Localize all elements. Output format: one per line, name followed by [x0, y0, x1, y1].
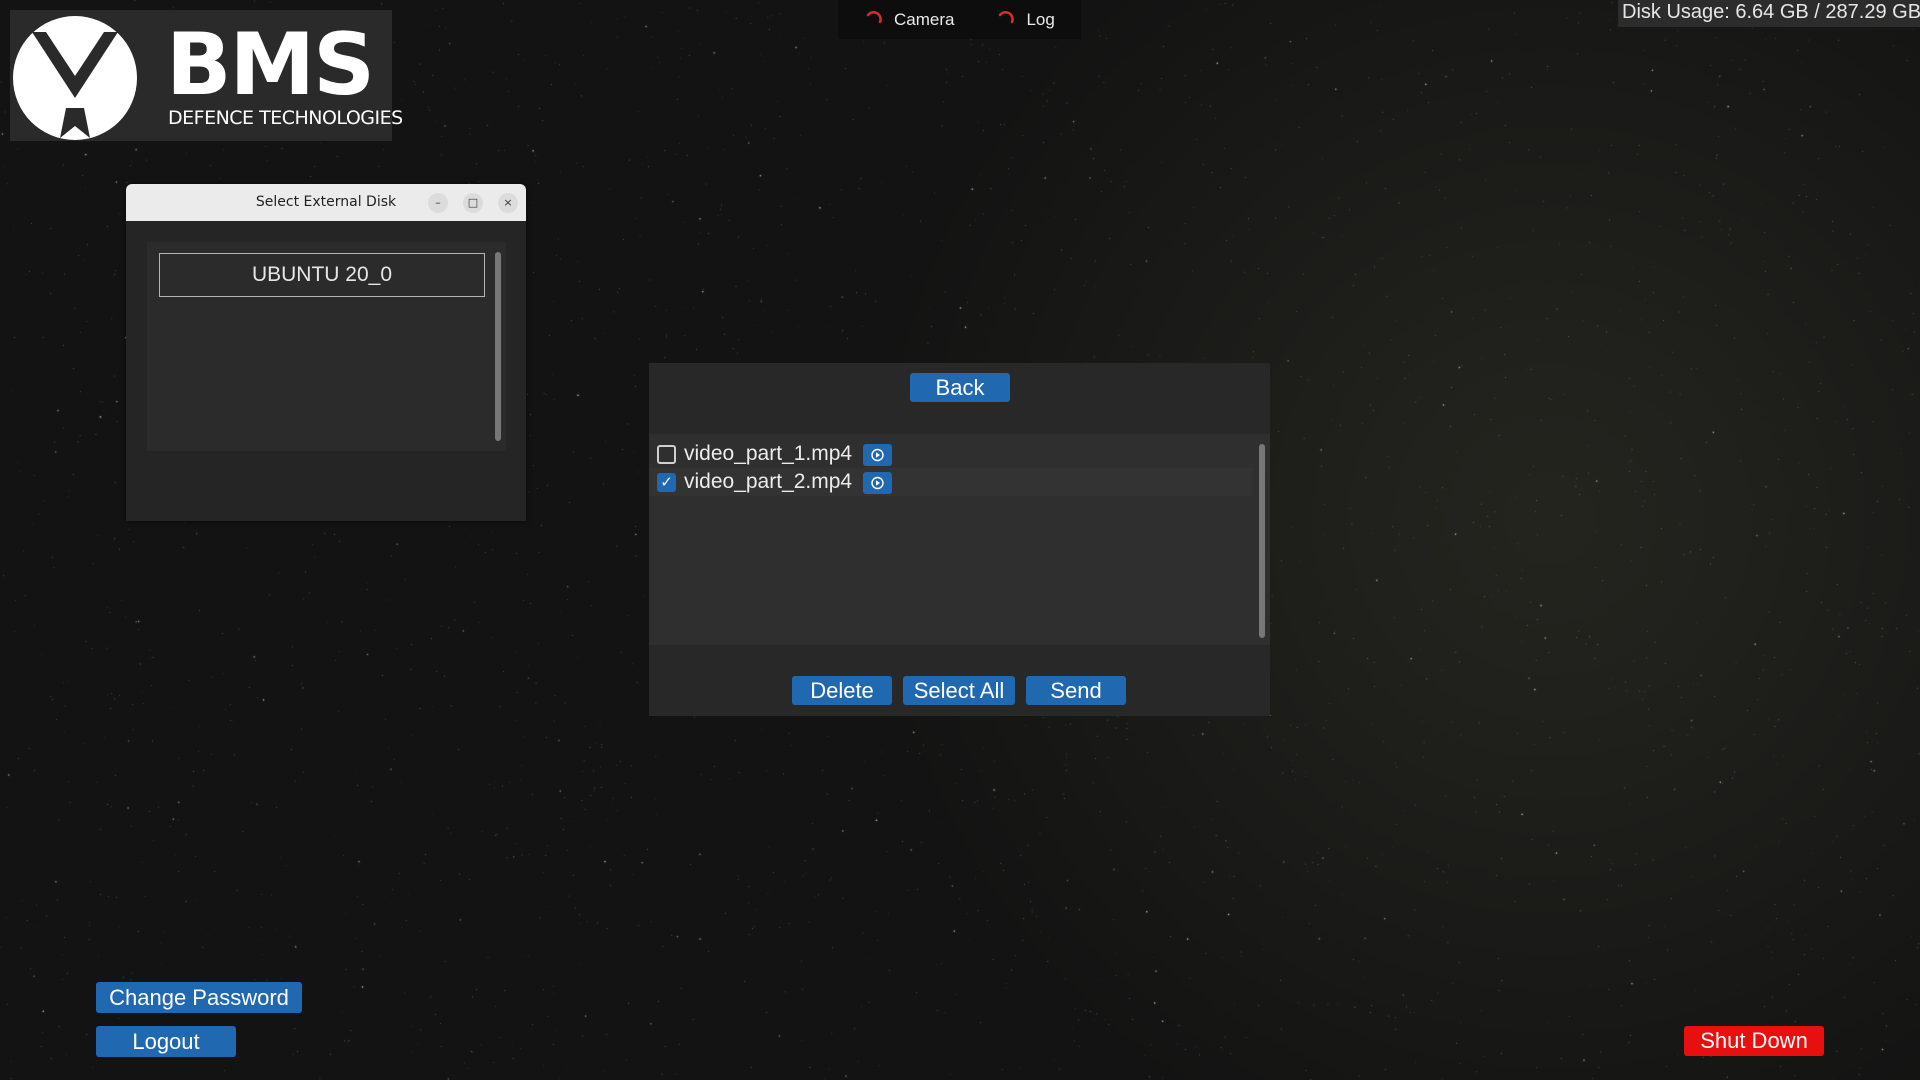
file-row[interactable]: video_part_1.mp4 [649, 440, 1253, 468]
disk-list: UBUNTU 20_0 [147, 242, 506, 451]
shutdown-button[interactable]: Shut Down [1684, 1026, 1824, 1056]
tab-log[interactable]: Log [996, 0, 1055, 39]
bms-logo: BMS DEFENCE TECHNOLOGIES [10, 10, 403, 141]
file-panel: Back video_part_1.mp4 ✓ video_part_2.mp4 [649, 363, 1270, 716]
disk-usage-status: Disk Usage: 6.64 GB / 287.29 GB [1618, 0, 1920, 27]
bms-emblem-icon [13, 16, 137, 140]
send-button[interactable]: Send [1026, 676, 1126, 705]
loading-spinner-icon [999, 10, 1015, 23]
disk-item-ubuntu[interactable]: UBUNTU 20_0 [159, 253, 485, 297]
maximize-button[interactable]: □ [463, 193, 483, 213]
logout-button[interactable]: Logout [96, 1026, 236, 1057]
top-tab-bar: Camera Log [838, 0, 1081, 39]
file-list: video_part_1.mp4 ✓ video_part_2.mp4 [649, 434, 1270, 645]
back-button[interactable]: Back [910, 373, 1010, 402]
file-checkbox[interactable]: ✓ [657, 473, 676, 492]
disk-list-scrollbar[interactable] [495, 252, 501, 441]
logo-subtitle: DEFENCE TECHNOLOGIES [168, 107, 403, 129]
minimize-button[interactable]: – [428, 193, 448, 213]
tab-camera[interactable]: Camera [864, 0, 954, 39]
logo-brand-text: BMS [166, 15, 375, 115]
delete-button[interactable]: Delete [792, 676, 892, 705]
window-titlebar[interactable]: Select External Disk – □ × [126, 184, 526, 221]
play-icon [871, 448, 884, 462]
play-icon [871, 476, 884, 490]
file-list-scrollbar[interactable] [1259, 444, 1265, 638]
file-name: video_part_2.mp4 [684, 470, 853, 493]
close-button[interactable]: × [498, 193, 518, 213]
play-button[interactable] [863, 472, 892, 494]
tab-log-label: Log [1026, 9, 1055, 29]
select-external-disk-window: Select External Disk – □ × UBUNTU 20_0 [126, 184, 526, 521]
select-all-button[interactable]: Select All [903, 676, 1015, 705]
tab-camera-label: Camera [894, 9, 955, 29]
file-row[interactable]: ✓ video_part_2.mp4 [649, 468, 1253, 496]
play-button[interactable] [863, 444, 892, 466]
loading-spinner-icon [866, 10, 882, 23]
file-name: video_part_1.mp4 [684, 442, 853, 465]
change-password-button[interactable]: Change Password [96, 982, 302, 1013]
file-checkbox[interactable] [657, 445, 676, 464]
